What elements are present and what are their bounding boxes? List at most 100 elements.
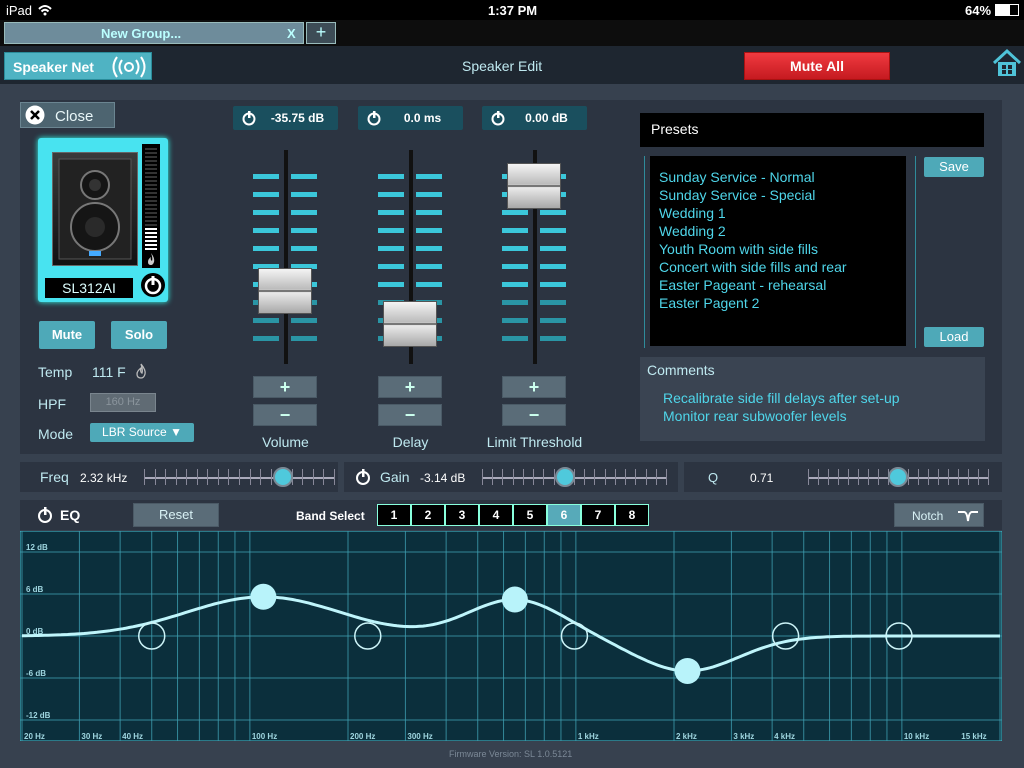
fader-tick: [253, 228, 279, 233]
eq-x-label: 300 Hz: [407, 732, 432, 741]
add-tab-button[interactable]: +: [306, 22, 336, 44]
preset-item[interactable]: Youth Room with side fills: [659, 240, 847, 258]
fader-decrement-button[interactable]: −: [378, 404, 442, 426]
speaker-tile[interactable]: SL312AI: [38, 138, 168, 302]
fader-tick: [502, 300, 528, 305]
fader-power-icon[interactable]: [241, 110, 257, 126]
speaker-net-button[interactable]: Speaker Net: [4, 52, 152, 80]
fader-decrement-button[interactable]: −: [502, 404, 566, 426]
fader-decrement-button[interactable]: −: [253, 404, 317, 426]
band-button-4[interactable]: 4: [479, 504, 513, 526]
reset-button[interactable]: Reset: [133, 503, 219, 527]
fader-readout[interactable]: 0.00 dB: [482, 106, 587, 130]
slider-tick: [533, 469, 535, 485]
fader-track[interactable]: [284, 150, 288, 364]
q-slider[interactable]: [808, 467, 989, 487]
slider-tick: [635, 469, 637, 485]
slider-tick: [908, 469, 909, 485]
eq-x-label: 20 Hz: [24, 732, 45, 741]
solo-button[interactable]: Solo: [111, 321, 167, 349]
comments-panel[interactable]: Comments Recalibrate side fill delays af…: [640, 357, 985, 441]
preset-item[interactable]: Sunday Service - Special: [659, 186, 847, 204]
filter-type-select[interactable]: Notch: [894, 503, 984, 527]
fader-tick: [378, 210, 404, 215]
band-button-6[interactable]: 6: [547, 504, 581, 526]
fader-increment-button[interactable]: +: [378, 376, 442, 398]
eq-x-label: 200 Hz: [350, 732, 375, 741]
slider-tick: [175, 469, 177, 485]
gain-slider[interactable]: [482, 467, 667, 487]
preset-item[interactable]: Easter Pageant - rehearsal: [659, 276, 847, 294]
eq-band-handle-6[interactable]: [674, 657, 701, 684]
hpf-select[interactable]: 160 Hz: [90, 393, 156, 412]
preset-item[interactable]: Concert with side fills and rear: [659, 258, 847, 276]
slider-tick: [918, 469, 919, 485]
q-label: Q: [708, 470, 719, 485]
slider-tick: [165, 469, 167, 485]
fader-increment-button[interactable]: +: [253, 376, 317, 398]
save-button[interactable]: Save: [924, 157, 984, 177]
speaker-power-icon[interactable]: [140, 272, 166, 298]
band-select-group: 12345678: [377, 504, 649, 526]
eq-x-label: 4 kHz: [774, 732, 795, 741]
preset-item[interactable]: Easter Pagent 2: [659, 294, 847, 312]
eq-power-icon[interactable]: [36, 506, 54, 524]
slider-tick: [323, 469, 325, 485]
status-bar: iPad 1:37 PM 64%: [0, 0, 1024, 20]
fader-readout[interactable]: -35.75 dB: [233, 106, 338, 130]
slider-handle[interactable]: [272, 467, 293, 487]
gain-power-icon[interactable]: [354, 468, 372, 486]
slider-tick: [645, 469, 647, 485]
preset-item[interactable]: Sunday Service - Normal: [659, 168, 847, 186]
fader-readout-value: 0.0 ms: [403, 111, 442, 125]
mode-select[interactable]: LBR Source ▼: [90, 423, 194, 442]
freq-panel: Freq 2.32 kHz: [20, 462, 338, 492]
band-button-8[interactable]: 8: [615, 504, 649, 526]
band-button-2[interactable]: 2: [411, 504, 445, 526]
mute-button[interactable]: Mute: [39, 321, 95, 349]
preset-item[interactable]: Wedding 1: [659, 204, 847, 222]
fader-tick: [502, 318, 528, 323]
load-button[interactable]: Load: [924, 327, 984, 347]
band-button-7[interactable]: 7: [581, 504, 615, 526]
preset-divider-right: [915, 156, 916, 348]
fader-readout[interactable]: 0.0 ms: [358, 106, 463, 130]
eq-band-handle-2[interactable]: [250, 583, 277, 610]
slider-tick: [808, 469, 809, 485]
preset-item[interactable]: Wedding 2: [659, 222, 847, 240]
slider-tick: [154, 469, 156, 485]
fader-tick: [502, 282, 528, 287]
slider-tick: [978, 469, 979, 485]
fader-knob[interactable]: [258, 267, 312, 314]
band-button-5[interactable]: 5: [513, 504, 547, 526]
fader-increment-button[interactable]: +: [502, 376, 566, 398]
speaker-net-icon: [112, 56, 146, 78]
tab-close-button[interactable]: X: [287, 26, 296, 41]
band-button-1[interactable]: 1: [377, 504, 411, 526]
slider-tick: [666, 469, 667, 485]
eq-x-label: 10 kHz: [904, 732, 929, 741]
slider-tick: [858, 469, 859, 485]
fader-power-icon[interactable]: [366, 110, 382, 126]
freq-label: Freq: [40, 469, 69, 485]
slider-tick: [868, 469, 869, 485]
tab-new-group[interactable]: New Group... X: [4, 22, 304, 44]
eq-band-handle-4[interactable]: [501, 586, 528, 613]
mute-all-button[interactable]: Mute All: [744, 52, 890, 80]
fader-knob[interactable]: [383, 301, 437, 348]
fader-2: 0.0 ms + − Delay: [358, 106, 463, 452]
band-button-3[interactable]: 3: [445, 504, 479, 526]
fader-tick: [291, 228, 317, 233]
close-button[interactable]: Close: [20, 102, 115, 128]
eq-graph[interactable]: 12 dB6 dB0 dB-6 dB-12 dB20 Hz 30 Hz 40 Hz 1…: [20, 531, 1002, 741]
freq-slider[interactable]: [144, 467, 335, 487]
fader-tick: [378, 228, 404, 233]
preset-list[interactable]: Sunday Service - Normal Sunday Service - …: [650, 156, 906, 346]
battery-percent: 64%: [965, 3, 992, 18]
fader-tick: [416, 264, 442, 269]
slider-handle[interactable]: [888, 467, 908, 487]
fader-knob[interactable]: [507, 163, 561, 210]
slider-handle[interactable]: [554, 467, 575, 487]
home-icon[interactable]: [992, 48, 1022, 78]
fader-power-icon[interactable]: [490, 110, 506, 126]
